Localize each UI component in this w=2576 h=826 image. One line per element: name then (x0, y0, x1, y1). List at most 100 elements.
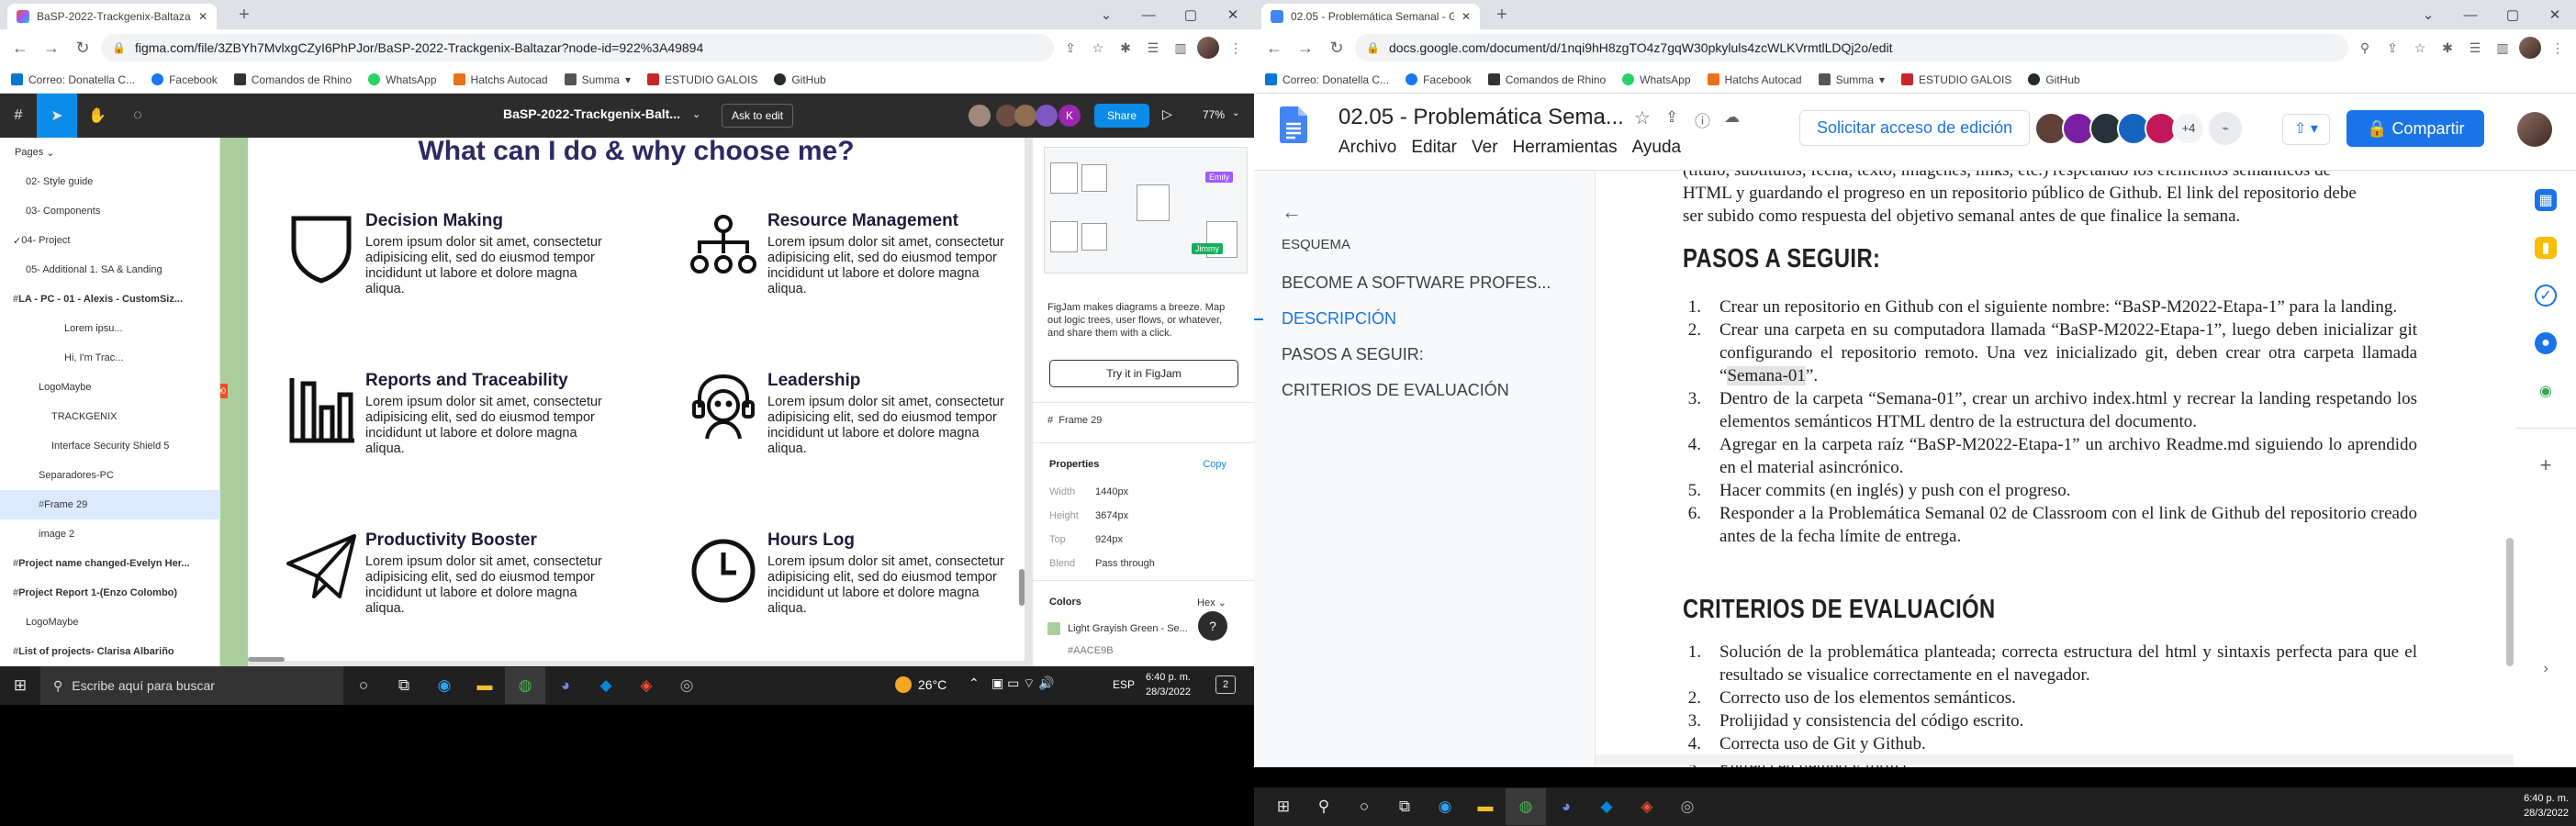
meet-present-button[interactable]: ⇧ ▾ (2282, 114, 2330, 145)
menu-ver[interactable]: Ver (1472, 138, 1498, 158)
menu-herramientas[interactable]: Herramientas (1513, 138, 1618, 158)
figma-canvas[interactable]: 300 What can I do & why choose me? Decis… (220, 138, 1032, 670)
tab-search-icon[interactable]: ⌄ (1085, 0, 1127, 29)
tab-search-icon[interactable]: ⌄ (2407, 0, 2449, 29)
outline-item[interactable]: CRITERIOS DE EVALUACIÓN (1282, 381, 1509, 400)
calendar-icon[interactable]: ▦ (2535, 189, 2557, 211)
bookmark-star-icon[interactable]: ☆ (2409, 37, 2431, 59)
edge-icon[interactable]: ◉ (424, 667, 465, 704)
zoom-level[interactable]: 77% (1203, 108, 1225, 121)
bookmark-galois[interactable]: ESTUDIO GALOIS (646, 73, 757, 86)
close-tab-icon[interactable]: ✕ (198, 10, 207, 23)
vscode-icon[interactable]: ◆ (1586, 788, 1627, 825)
file-menu-chevron-icon[interactable]: ⌄ (692, 108, 700, 120)
try-figjam-button[interactable]: Try it in FigJam (1049, 360, 1238, 387)
tray-chevron-icon[interactable]: ⌃ (969, 675, 980, 691)
maximize-icon[interactable]: ▢ (1170, 0, 1212, 29)
outline-item[interactable]: PASOS A SEGUIR: (1282, 345, 1424, 364)
user-avatar[interactable]: K (1058, 105, 1081, 127)
request-edit-access-button[interactable]: Solicitar acceso de edición (1799, 110, 2031, 146)
notifications-icon[interactable]: 2 (1215, 675, 1236, 694)
bookmark-correo[interactable]: Correo: Donatella C... (1265, 73, 1389, 86)
file-explorer-icon[interactable]: ▬ (465, 667, 505, 704)
chrome-icon[interactable]: ◍ (505, 667, 545, 704)
extensions-icon[interactable]: ✱ (2436, 37, 2458, 59)
comment-tool-icon[interactable]: ◌ (118, 94, 158, 138)
cloud-status-icon[interactable]: ☁ (1724, 108, 1740, 127)
document-page[interactable]: (título, subtítulos, fecha, texto, imáge… (1596, 171, 2515, 767)
document-scrollbar[interactable] (2506, 538, 2514, 666)
reading-list-icon[interactable]: ☰ (1142, 37, 1164, 59)
back-icon[interactable]: ← (7, 35, 33, 61)
collaborator-avatar[interactable] (969, 105, 991, 127)
address-bar[interactable]: 🔒 docs.google.com/document/d/1nqi9hH8zgT… (1355, 34, 2348, 61)
more-menu-icon[interactable]: ⋮ (2547, 37, 2569, 59)
reading-list-icon[interactable]: ☰ (2464, 37, 2486, 59)
weather-temp[interactable]: 26°C (918, 677, 946, 692)
collaborator-avatar[interactable] (1036, 105, 1058, 127)
bookmark-correo[interactable]: Correo: Donatella C... (11, 73, 135, 86)
profile-avatar[interactable] (1197, 37, 1219, 59)
cortana-icon[interactable]: ○ (343, 667, 384, 704)
tasks-icon[interactable]: ✓ (2535, 285, 2557, 307)
tray-icons[interactable]: ▣ ▭ ⌔ 🔊 (991, 675, 1055, 692)
browser-tab-figma[interactable]: BaSP-2022-Trackgenix-Baltazar - ✕ (7, 4, 217, 29)
layer-item[interactable]: TRACKGENIX (0, 402, 219, 431)
layer-item[interactable]: # Project Report 1-(Enzo Colombo) (0, 578, 219, 608)
taskbar-search[interactable]: ⚲ Escribe aquí para buscar (40, 666, 343, 705)
bookmark-galois[interactable]: ESTUDIO GALOIS (1900, 73, 2011, 86)
move-tool-icon[interactable]: ➤ (37, 94, 77, 138)
collapse-panel-icon[interactable]: › (2535, 658, 2557, 680)
add-addon-icon[interactable]: + (2535, 453, 2557, 476)
figma-main-menu-icon[interactable]: # (0, 94, 37, 138)
layer-item[interactable]: ✓ 04- Project (0, 226, 219, 255)
minimize-icon[interactable]: — (1127, 0, 1170, 29)
layer-item[interactable]: # Frame 29 (0, 490, 219, 519)
vscode-icon[interactable]: ◆ (586, 667, 626, 704)
close-window-icon[interactable]: ✕ (2534, 0, 2576, 29)
git-icon[interactable]: ◈ (626, 667, 666, 704)
cortana-icon[interactable]: ○ (1344, 788, 1384, 825)
bookmark-facebook[interactable]: Facebook (151, 73, 218, 86)
side-panel-icon[interactable]: ▥ (1170, 37, 1192, 59)
discord-icon[interactable]: ◕ (1546, 788, 1586, 825)
layer-item[interactable]: # LA - PC - 01 - Alexis - CustomSiz... (0, 285, 219, 314)
frame-29[interactable]: What can I do & why choose me? Decision … (248, 138, 1025, 661)
minimize-icon[interactable]: — (2449, 0, 2492, 29)
color-swatch[interactable] (1047, 622, 1060, 635)
bookmark-facebook[interactable]: Facebook (1406, 73, 1472, 86)
git-icon[interactable]: ◈ (1627, 788, 1667, 825)
chrome-icon[interactable]: ◍ (1506, 788, 1546, 825)
menu-editar[interactable]: Editar (1411, 138, 1457, 158)
app-icon[interactable]: ◎ (666, 667, 707, 704)
menu-archivo[interactable]: Archivo (1338, 138, 1396, 158)
lock-icon[interactable]: 🔒 (112, 41, 126, 54)
layer-item[interactable]: Interface Security Shield 5 (0, 431, 219, 461)
more-menu-icon[interactable]: ⋮ (1225, 37, 1247, 59)
task-view-icon[interactable]: ⧉ (384, 667, 424, 704)
color-format-select[interactable]: Hex ⌄ (1197, 597, 1226, 608)
layer-item[interactable]: # Project name changed-Evelyn Her... (0, 549, 219, 578)
layer-item[interactable]: LogoMaybe (0, 373, 219, 402)
layer-item[interactable]: Hi, I'm Trac... (0, 343, 219, 373)
share-page-icon[interactable]: ⇪ (1059, 37, 1081, 59)
layer-item[interactable]: 02- Style guide (0, 167, 219, 196)
bookmark-hatchs[interactable]: Hatchs Autocad (1707, 73, 1802, 86)
canvas-h-scrollbar[interactable] (248, 657, 285, 662)
layer-item[interactable]: 05- Additional 1. SA & Landing (0, 255, 219, 285)
horizontal-scrollbar[interactable] (1596, 754, 2514, 765)
lock-icon[interactable]: 🔒 (1366, 41, 1380, 54)
edge-icon[interactable]: ◉ (1425, 788, 1465, 825)
pages-header[interactable]: Pages ⌄ (0, 138, 219, 167)
contacts-icon[interactable]: ● (2535, 332, 2557, 354)
hand-tool-icon[interactable]: ✋ (77, 94, 118, 138)
bookmark-rhino[interactable]: Comandos de Rhino (233, 73, 352, 86)
layer-item[interactable]: Separadores-PC (0, 461, 219, 490)
zoom-icon[interactable]: ⚲ (2354, 37, 2376, 59)
reload-icon[interactable]: ↻ (1324, 35, 1350, 61)
more-collaborators-badge[interactable]: +4 (2172, 112, 2205, 145)
google-docs-logo-icon[interactable] (1280, 106, 1307, 143)
task-view-icon[interactable]: ⧉ (1384, 788, 1425, 825)
bookmark-star-icon[interactable]: ☆ (1087, 37, 1109, 59)
reload-icon[interactable]: ↻ (70, 35, 95, 61)
